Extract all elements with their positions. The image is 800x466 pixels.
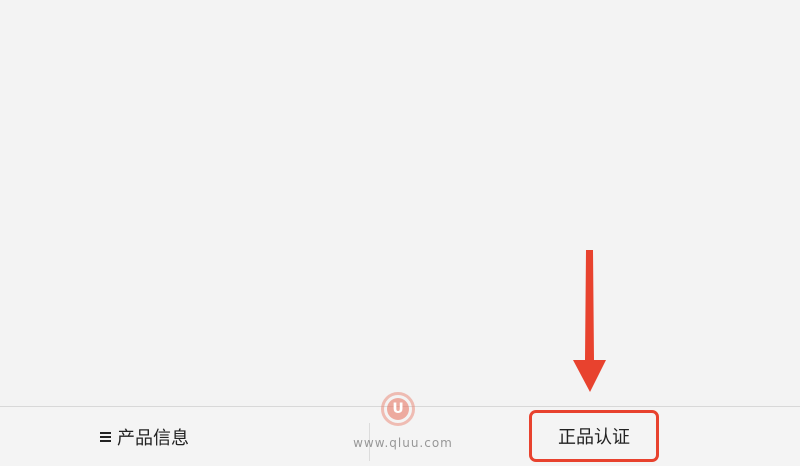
annotation-arrow-icon — [573, 250, 606, 392]
product-info-label: 产品信息 — [117, 428, 189, 449]
toolbar-divider — [369, 423, 370, 461]
content-area — [0, 0, 800, 406]
authentication-label: 正品认证 — [558, 427, 630, 448]
authentication-button[interactable]: 正品认证 — [529, 410, 659, 462]
bottom-toolbar: 产品信息 正品认证 — [0, 406, 800, 466]
hamburger-menu-icon — [100, 432, 111, 442]
product-info-button[interactable]: 产品信息 — [100, 423, 189, 451]
app-screen: 产品信息 正品认证 U www.qluu.com — [0, 0, 800, 466]
